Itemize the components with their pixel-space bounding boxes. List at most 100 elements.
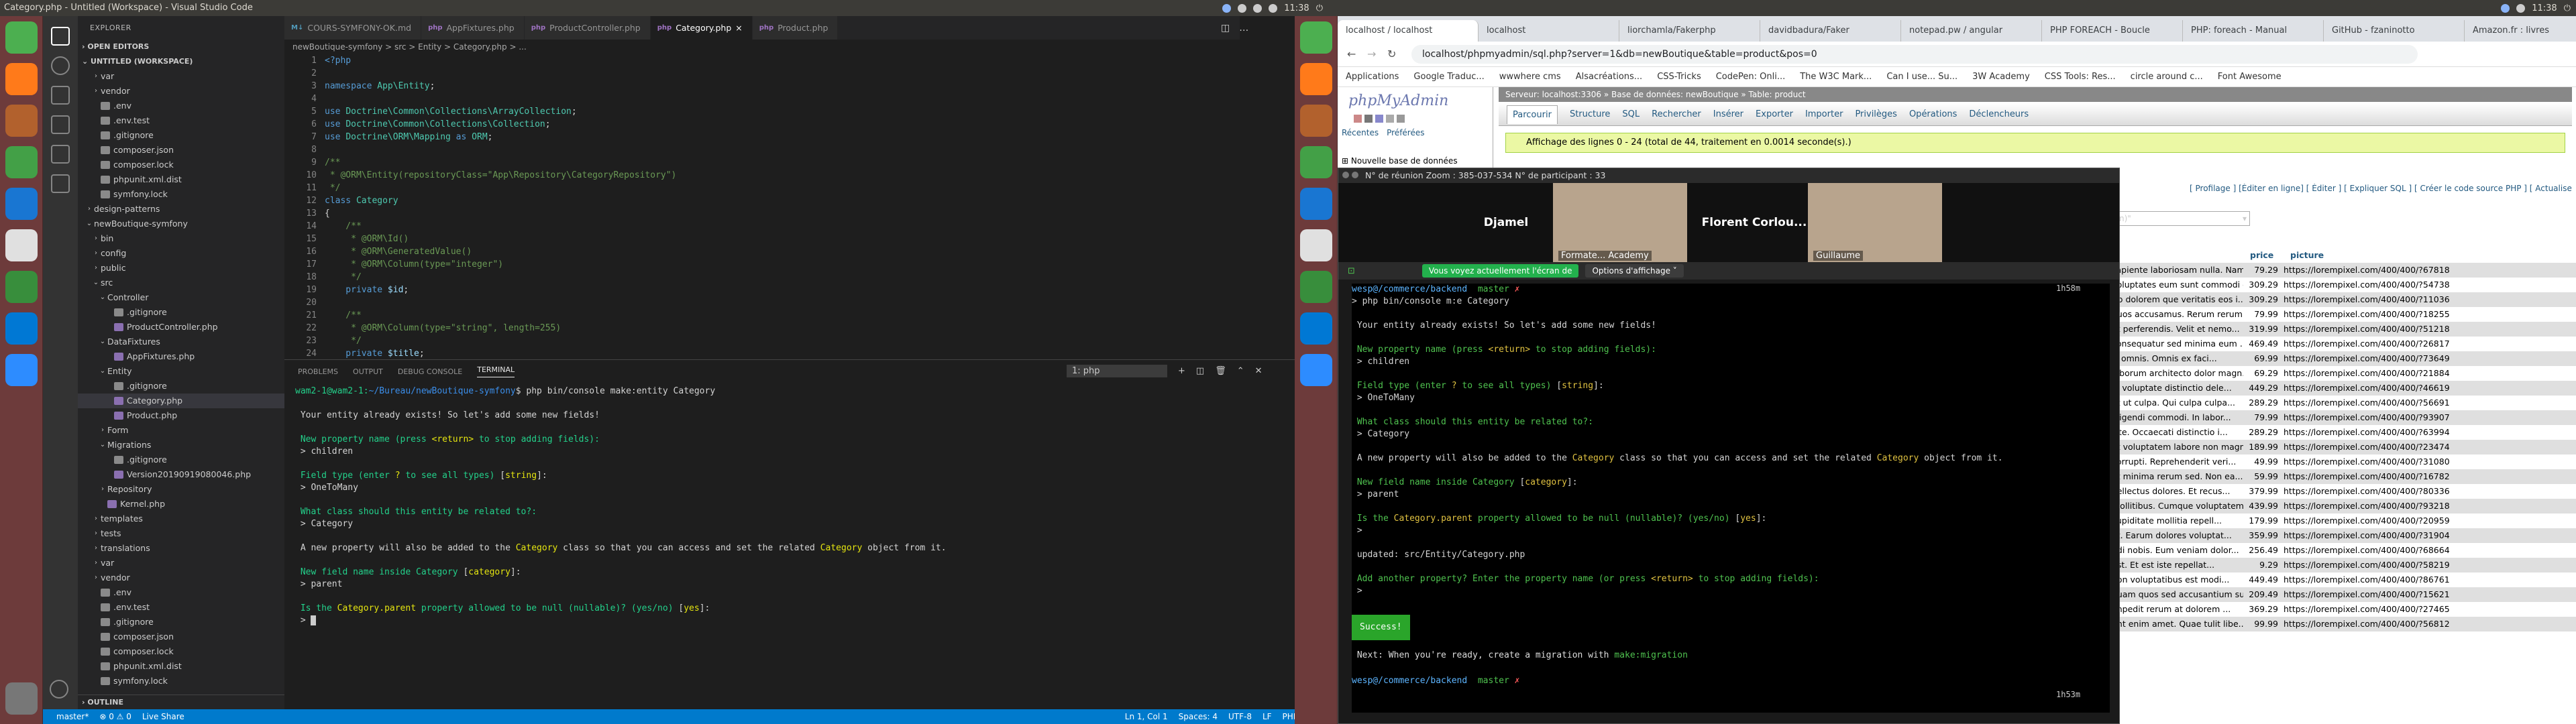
browser-tab[interactable]: liorchamla/Fakerphp [1619,20,1760,42]
status-right-item[interactable]: UTF-8 [1228,712,1252,721]
view-options-button[interactable]: Options d'affichage ˅ [1585,264,1684,278]
tree-item[interactable]: Product.php [78,408,284,423]
zoom-close-icon[interactable] [1342,172,1349,178]
vscode-launcher-icon[interactable] [5,312,38,345]
panel-tab-terminal[interactable]: TERMINAL [477,365,515,377]
editor-tab[interactable]: php Product.php [752,16,839,40]
tree-item[interactable]: › bin [78,231,284,246]
pma-tab-parcourir[interactable]: Parcourir [1507,105,1558,124]
pma-tab-exporter[interactable]: Exporter [1756,109,1793,119]
pma-tab-privilèges[interactable]: Privilèges [1855,109,1897,119]
tree-item[interactable]: › var [78,69,284,84]
split-editor-icon[interactable]: ◫ [1221,23,1230,34]
recent-tab[interactable]: Récentes [1342,128,1379,137]
chrome-launcher-icon-2[interactable] [5,146,38,178]
tree-item[interactable]: ⌄ Controller [78,290,284,305]
chromium-launcher-icon[interactable] [5,188,38,220]
back-icon[interactable]: ← [1347,48,1356,60]
tree-item[interactable]: › vendor [78,84,284,99]
tree-item[interactable]: .gitignore [78,452,284,467]
tree-item[interactable]: .gitignore [78,615,284,629]
wifi-icon[interactable] [1238,3,1247,13]
tree-item[interactable]: .env.test [78,113,284,128]
tree-item[interactable]: ⌄ Entity [78,364,284,379]
browser-tab[interactable]: localhost / localhost [1338,20,1479,42]
terminal-select[interactable]: 1: php [1067,364,1167,377]
docs-icon[interactable] [1386,115,1394,123]
tree-item[interactable]: › vendor [78,570,284,585]
tree-item[interactable]: composer.json [78,143,284,158]
help-icon[interactable] [1375,115,1383,123]
tree-item[interactable]: ProductController.php [78,320,284,335]
pma-logo[interactable]: phpMyAdmin [1338,87,1493,115]
settings-icon[interactable] [1397,115,1405,123]
pma-breadcrumb[interactable]: Serveur: localhost:3306 » Base de donnée… [1499,87,2572,102]
source-control-icon[interactable] [51,86,70,105]
chrome-launcher-icon[interactable] [5,21,38,54]
tree-item[interactable]: .gitignore [78,128,284,143]
outline-section[interactable]: › OUTLINE [78,695,284,709]
editor-tab[interactable]: php ProductController.php [524,16,651,40]
close-tab-icon[interactable]: × [735,16,742,40]
pma-tab-importer[interactable]: Importer [1805,109,1843,119]
participant-tile[interactable]: Guillaume [1808,183,1942,262]
chrome-launcher-icon-r2[interactable] [1299,146,1332,178]
forward-icon[interactable]: → [1367,48,1376,60]
browser-tab[interactable]: davidbadura/Faker [1760,20,1901,42]
tree-item[interactable]: › Form [78,423,284,438]
bookmark-item[interactable]: Alsacréations... [1576,72,1643,82]
tree-item[interactable]: composer.lock [78,158,284,172]
tree-item[interactable]: Category.php [78,394,284,408]
split-terminal-icon[interactable]: ◫ [1196,366,1204,376]
panel-tab-debug-console[interactable]: DEBUG CONSOLE [398,367,462,376]
participant-tile[interactable]: Florent Corlou... [1687,183,1821,262]
browser-tab[interactable]: Amazon.fr : livres [2465,20,2576,42]
volume-icon-right[interactable] [2516,3,2526,13]
tree-item[interactable]: ⌄ Migrations [78,438,284,452]
power-icon-right[interactable]: ⏻ [2564,3,2571,13]
bookmark-item[interactable]: 3W Academy [1972,72,2030,82]
trash-launcher-icon[interactable] [5,682,38,715]
power-icon[interactable]: ⏻ [1316,3,1323,13]
kill-terminal-icon[interactable]: 🗑 [1215,366,1226,376]
reload-icon[interactable]: ↻ [1387,48,1396,60]
tree-item[interactable]: composer.lock [78,644,284,659]
pma-tab-insérer[interactable]: Insérer [1713,109,1743,119]
col-picture-header[interactable]: picture [2290,250,2324,260]
bookmark-item[interactable]: Can I use... Su... [1886,72,1957,82]
bookmark-item[interactable]: CodePen: Onli... [1716,72,1786,82]
explorer-icon[interactable] [51,27,70,46]
tree-item[interactable]: .gitignore [78,379,284,394]
firefox-launcher-icon-r[interactable] [1299,63,1332,95]
participant-tile[interactable]: Formate... Academy [1553,183,1687,262]
search-icon[interactable] [51,56,70,75]
status-left-item[interactable]: ⊗ 0 ⚠ 0 [99,712,131,721]
tree-item[interactable]: ⌄ src [78,276,284,290]
editor-tab[interactable]: php AppFixtures.php [421,16,525,40]
status-right-item[interactable]: LF [1263,712,1272,721]
tree-item[interactable]: AppFixtures.php [78,349,284,364]
debug-icon[interactable] [51,115,70,134]
tree-item[interactable]: › translations [78,541,284,556]
close-panel-icon[interactable]: ✕ [1255,366,1263,376]
network-icon[interactable] [1222,3,1232,13]
tree-item[interactable]: .gitignore [78,305,284,320]
tree-item[interactable]: .env.test [78,600,284,615]
status-right-item[interactable]: Spaces: 4 [1179,712,1218,721]
live-share-icon[interactable] [51,174,70,193]
tree-item[interactable]: Kernel.php [78,497,284,511]
chromium-launcher-icon-r[interactable] [1299,188,1332,220]
tree-item[interactable]: composer.json [78,629,284,644]
files-launcher-icon-r[interactable] [1299,105,1332,137]
clock-right[interactable]: 11:38 [2532,3,2557,13]
network-icon-right[interactable] [2501,3,2510,13]
writer-launcher-icon[interactable] [5,229,38,261]
vscode-launcher-icon-r[interactable] [1299,312,1332,345]
files-launcher-icon[interactable] [5,105,38,137]
settings-gear-icon[interactable] [50,680,68,699]
pma-tab-opérations[interactable]: Opérations [1909,109,1957,119]
tree-item[interactable]: › Repository [78,482,284,497]
bookmark-item[interactable]: Font Awesome [2218,72,2282,82]
tree-item[interactable]: symfony.lock [78,674,284,688]
more-actions-icon[interactable]: … [1239,23,1248,34]
